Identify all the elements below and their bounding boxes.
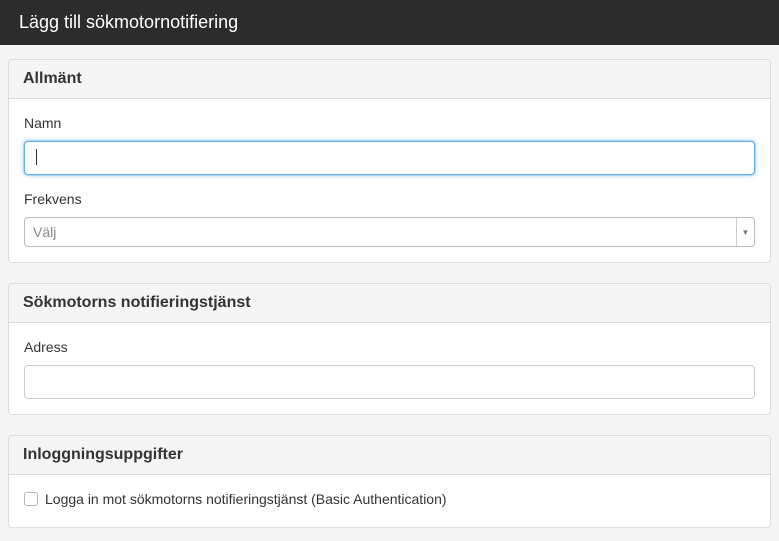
login-checkbox-label[interactable]: Logga in mot sökmotorns notifieringstjän… [45,491,447,507]
login-checkbox-row[interactable]: Logga in mot sökmotorns notifieringstjän… [24,491,755,507]
name-field-wrap [24,141,755,175]
panel-body-general: Namn Frekvens Välj ▼ [9,99,770,262]
frequency-select-value: Välj [33,224,57,240]
frequency-select[interactable]: Välj ▼ [24,217,755,247]
panel-title-general: Allmänt [23,70,82,87]
frequency-label: Frekvens [24,191,82,207]
panel-body-credentials: Logga in mot sökmotorns notifieringstjän… [9,475,770,527]
name-label: Namn [24,115,62,131]
panel-body-service: Adress [9,323,770,414]
panel-general: Allmänt Namn Frekvens Välj ▼ [8,59,771,263]
frequency-select-toggle[interactable]: ▼ [736,218,754,246]
window-titlebar: Lägg till sökmotornotifiering [0,0,779,45]
panel-heading-credentials: Inloggningsuppgifter [9,436,770,475]
address-input[interactable] [24,365,755,399]
panel-title-service: Sökmotorns notifieringstjänst [23,294,251,311]
panel-heading-general: Allmänt [9,60,770,99]
chevron-down-icon: ▼ [741,227,750,237]
text-cursor [36,149,37,165]
window-title: Lägg till sökmotornotifiering [19,12,239,32]
login-checkbox[interactable] [24,492,38,506]
panel-heading-service: Sökmotorns notifieringstjänst [9,284,770,323]
address-label: Adress [24,339,68,355]
panel-service: Sökmotorns notifieringstjänst Adress [8,283,771,415]
form-content: Allmänt Namn Frekvens Välj ▼ Sökmotorns … [0,45,779,528]
name-input[interactable] [24,141,755,175]
panel-credentials: Inloggningsuppgifter Logga in mot sökmot… [8,435,771,528]
panel-title-credentials: Inloggningsuppgifter [23,446,183,463]
